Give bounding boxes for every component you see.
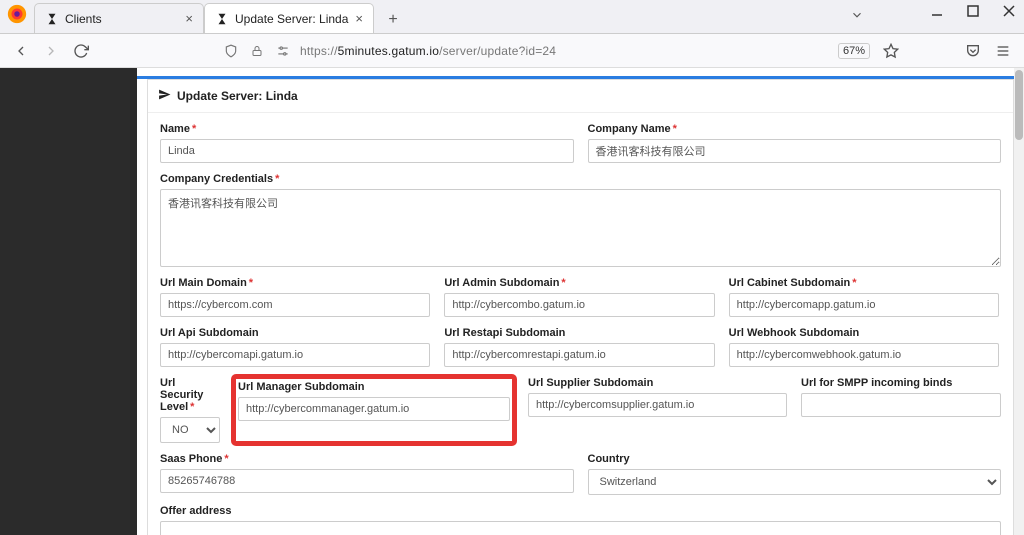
company-name-input[interactable] <box>588 139 1002 163</box>
close-icon[interactable]: × <box>355 11 363 26</box>
label-name: Name* <box>160 123 574 135</box>
tabs-overflow-icon[interactable] <box>850 8 864 27</box>
highlight-box: Url Manager Subdomain <box>234 377 514 443</box>
nav-reload-button[interactable] <box>72 42 90 60</box>
page-content: Update Server: Linda Name* Company Name* <box>137 68 1024 535</box>
company-credentials-input[interactable]: 香港讯客科技有限公司 <box>160 189 1001 267</box>
label-url-webhook: Url Webhook Subdomain <box>729 327 999 339</box>
permissions-icon[interactable] <box>274 42 292 60</box>
url-smpp-input[interactable] <box>801 393 1001 417</box>
name-input[interactable] <box>160 139 574 163</box>
label-url-cabinet: Url Cabinet Subdomain* <box>729 277 999 289</box>
label-url-restapi: Url Restapi Subdomain <box>444 327 714 339</box>
window-maximize-button[interactable] <box>966 4 980 18</box>
tab-clients[interactable]: Clients × <box>34 3 204 33</box>
url-manager-input[interactable] <box>238 397 510 421</box>
label-offer-address: Offer address <box>160 505 1001 517</box>
scrollbar-thumb[interactable] <box>1015 70 1023 140</box>
url-supplier-input[interactable] <box>528 393 787 417</box>
label-url-admin: Url Admin Subdomain* <box>444 277 714 289</box>
label-url-supplier: Url Supplier Subdomain <box>528 377 787 389</box>
zoom-indicator[interactable]: 67% <box>838 43 870 59</box>
offer-address-input[interactable] <box>160 521 1001 535</box>
label-company-credentials: Company Credentials* <box>160 173 1001 185</box>
scrollbar[interactable] <box>1014 68 1024 535</box>
panel-title: Update Server: Linda <box>177 89 298 103</box>
url-admin-input[interactable] <box>444 293 714 317</box>
window-close-button[interactable] <box>1002 4 1016 18</box>
url-main-input[interactable] <box>160 293 430 317</box>
tab-label: Clients <box>65 12 102 26</box>
new-tab-button[interactable]: + <box>380 7 406 33</box>
app-favicon-icon <box>45 12 59 26</box>
paper-plane-icon <box>158 88 171 104</box>
country-select[interactable]: Switzerland <box>588 469 1002 495</box>
saas-phone-input[interactable] <box>160 469 574 493</box>
tab-update-server[interactable]: Update Server: Linda × <box>204 3 374 33</box>
label-saas-phone: Saas Phone* <box>160 453 574 465</box>
label-company-name: Company Name* <box>588 123 1002 135</box>
lock-icon[interactable] <box>248 42 266 60</box>
url-webhook-input[interactable] <box>729 343 999 367</box>
label-country: Country <box>588 453 1002 465</box>
app-menu-icon[interactable] <box>994 42 1012 60</box>
tab-label: Update Server: Linda <box>235 12 348 26</box>
label-url-api: Url Api Subdomain <box>160 327 430 339</box>
label-url-manager: Url Manager Subdomain <box>238 381 510 393</box>
label-url-main: Url Main Domain* <box>160 277 430 289</box>
url-api-input[interactable] <box>160 343 430 367</box>
label-url-security: Url Security Level* <box>160 377 220 413</box>
panel-header: Update Server: Linda <box>148 80 1013 113</box>
bookmark-star-icon[interactable] <box>882 42 900 60</box>
url-text[interactable]: https://5minutes.gatum.io/server/update?… <box>300 44 556 58</box>
window-minimize-button[interactable] <box>930 4 944 18</box>
side-rail <box>0 68 137 535</box>
shield-icon[interactable] <box>222 42 240 60</box>
nav-forward-button[interactable] <box>42 42 60 60</box>
app-favicon-icon <box>215 12 229 26</box>
firefox-logo-icon <box>6 3 28 25</box>
pocket-icon[interactable] <box>964 42 982 60</box>
navbar: https://5minutes.gatum.io/server/update?… <box>0 34 1024 68</box>
label-url-smpp: Url for SMPP incoming binds <box>801 377 1001 389</box>
url-cabinet-input[interactable] <box>729 293 999 317</box>
close-icon[interactable]: × <box>185 11 193 26</box>
tab-bar: Clients × Update Server: Linda × + <box>0 0 1024 34</box>
nav-back-button[interactable] <box>12 42 30 60</box>
url-security-select[interactable]: NO <box>160 417 220 443</box>
url-restapi-input[interactable] <box>444 343 714 367</box>
